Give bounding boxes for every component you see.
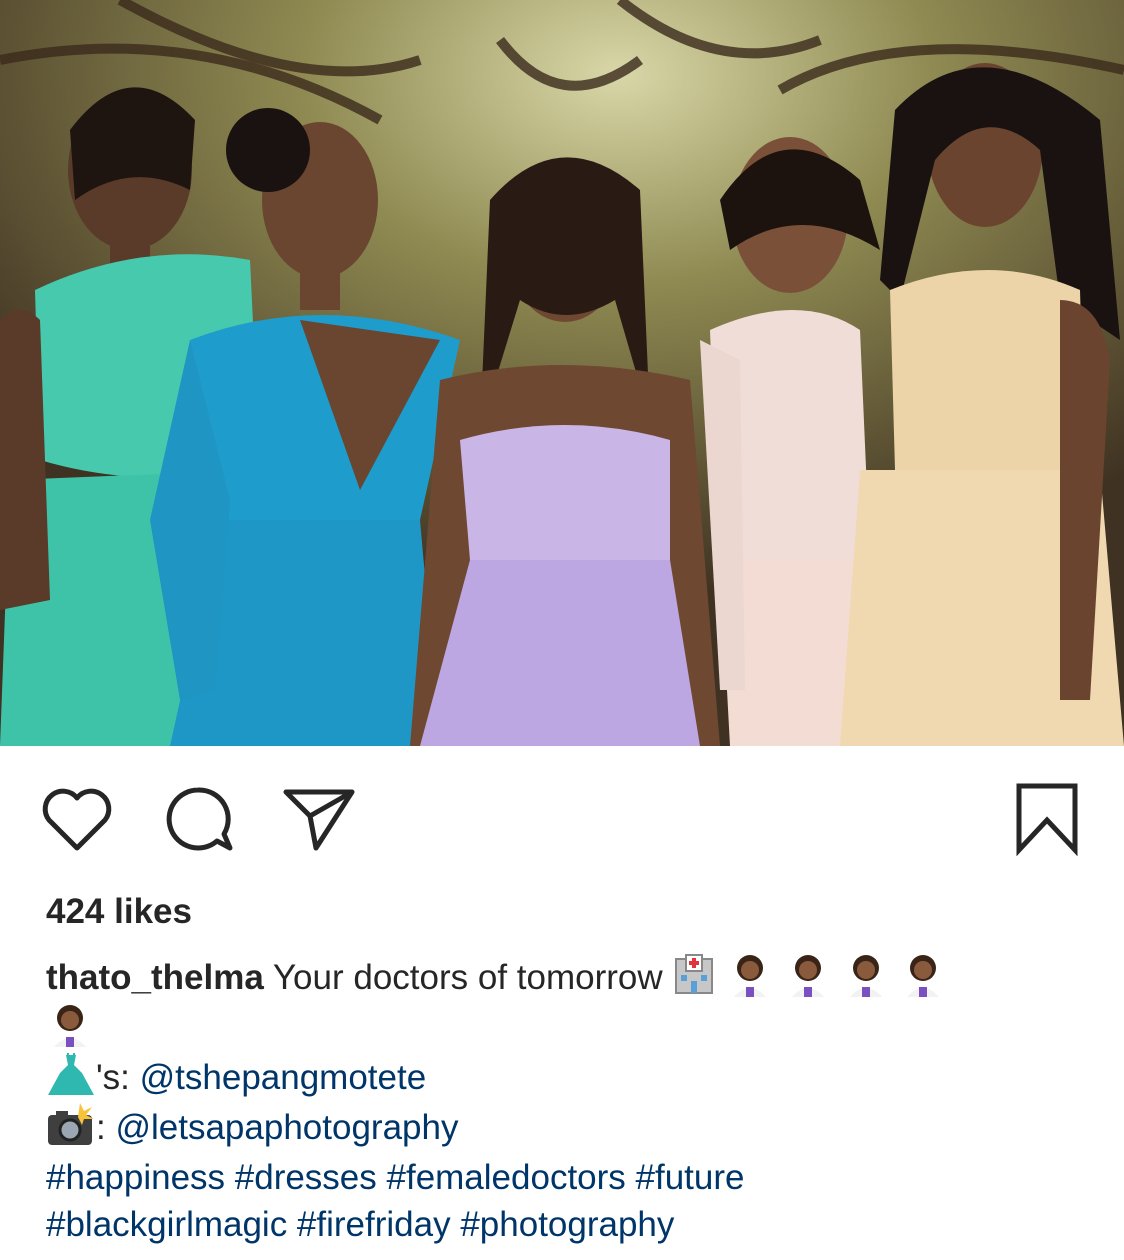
post-caption: thato_thelma Your doctors of tomorrow 's… xyxy=(46,953,1086,1247)
woman-health-worker-emoji xyxy=(46,1003,94,1047)
caption-text: Your doctors of tomorrow xyxy=(272,958,663,997)
post-action-bar xyxy=(0,746,1124,876)
caption-line-2 xyxy=(46,1003,1086,1053)
woman-health-worker-emoji xyxy=(899,953,947,997)
woman-health-worker-emoji xyxy=(726,953,774,997)
hospital-emoji xyxy=(672,953,716,997)
bookmark-icon[interactable] xyxy=(1012,782,1082,856)
caption-line-dress-credit: 's: @tshepangmotete xyxy=(46,1053,1086,1103)
camera-with-flash-emoji xyxy=(46,1103,96,1147)
camera-credit-suffix: : xyxy=(96,1108,106,1147)
camera-mention-link[interactable]: @letsapaphotography xyxy=(115,1108,458,1147)
caption-line-1: thato_thelma Your doctors of tomorrow xyxy=(46,953,1086,1003)
photo-illustration xyxy=(0,0,1124,746)
caption-username[interactable]: thato_thelma xyxy=(46,958,264,997)
hashtags-line-1[interactable]: #happiness #dresses #femaledoctors #futu… xyxy=(46,1153,1086,1203)
group-photo[interactable] xyxy=(0,0,1124,746)
likes-count[interactable]: 424 likes xyxy=(46,892,192,932)
heart-icon[interactable] xyxy=(40,786,114,852)
dress-emoji xyxy=(46,1053,96,1097)
comment-bubble-icon[interactable] xyxy=(162,784,236,854)
dress-credit-suffix: 's: xyxy=(96,1058,130,1097)
dress-mention-link[interactable]: @tshepangmotete xyxy=(140,1058,427,1097)
woman-health-worker-emoji xyxy=(842,953,890,997)
instagram-post: 424 likes thato_thelma Your doctors of t… xyxy=(0,0,1124,1260)
hashtags-line-2[interactable]: #blackgirlmagic #firefriday #photography xyxy=(46,1203,1086,1247)
paper-plane-icon[interactable] xyxy=(282,786,356,852)
woman-health-worker-emoji xyxy=(784,953,832,997)
caption-line-photo-credit: : @letsapaphotography xyxy=(46,1103,1086,1153)
